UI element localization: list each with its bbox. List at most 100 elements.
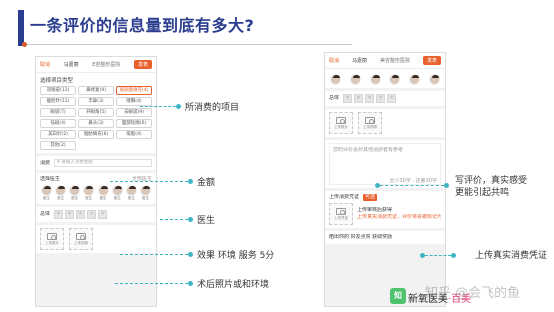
star-icon[interactable] — [376, 94, 386, 103]
doctor-item[interactable] — [428, 74, 441, 85]
avatar — [41, 185, 52, 196]
money-input[interactable]: ¥ 请输入消费金额 — [54, 159, 152, 167]
doctor-item[interactable] — [408, 74, 421, 85]
callout-dot — [188, 217, 193, 222]
project-tag[interactable]: 吸脂(4) — [116, 130, 152, 139]
project-tag[interactable]: 双眼皮(12) — [40, 86, 76, 95]
star-icon[interactable] — [98, 210, 108, 219]
star-icon[interactable] — [65, 210, 75, 219]
project-tag[interactable]: 美白针(2) — [40, 130, 76, 139]
camera-icon — [336, 117, 346, 124]
callout-dot — [444, 183, 449, 188]
callout-project-label: 所消费的项目 — [185, 103, 240, 113]
star-icon[interactable] — [343, 94, 353, 103]
callout-doctor: 医生 — [160, 213, 215, 226]
project-tag[interactable]: 眼袋(7) — [40, 108, 76, 117]
upload-video-button[interactable]: 上传视频 — [358, 112, 382, 134]
doctor-item[interactable]: 医生 — [97, 185, 110, 201]
doctor-item[interactable] — [369, 74, 382, 85]
project-section-title: 选择项目类型 — [40, 78, 74, 84]
callout-line — [140, 106, 176, 107]
money-label: 消费 — [40, 159, 51, 166]
avatar — [97, 185, 109, 196]
review-textarea[interactable]: 您的评价会对其他消费者有参考 至少30字 · 还差30字 — [329, 143, 441, 185]
project-tag[interactable]: 开眼角(5) — [78, 108, 114, 117]
cancel-button[interactable]: 取消 — [40, 61, 50, 68]
callout-dot — [176, 104, 181, 109]
camera-icon — [336, 208, 346, 215]
callout-photos-label: 术后照片或和环境 — [197, 280, 270, 290]
title-divider-dot — [22, 42, 27, 47]
project-tag-selected[interactable]: 玻尿酸填充(4) — [116, 86, 152, 95]
callout-score-label: 效果 环境 服务 5分 — [197, 251, 275, 261]
upload-video-label: 上传视频 — [74, 241, 88, 245]
share-footer: 晒出你的 好友点赞 获取奖励 — [325, 231, 445, 244]
avatar — [428, 74, 440, 85]
upload-photo-label: 上传照片 — [45, 241, 59, 245]
upload-photo-button[interactable]: 上传照片 — [329, 112, 353, 134]
star-icon[interactable] — [87, 210, 97, 219]
callout-doctor-label: 医生 — [197, 216, 216, 226]
star-icon[interactable] — [76, 210, 86, 219]
doctor-item[interactable] — [329, 74, 342, 85]
doctor-item[interactable]: 医生 — [68, 185, 81, 201]
project-tag[interactable]: 瘦脸针(11) — [40, 97, 76, 106]
project-tag[interactable]: 面部轮廓(6) — [116, 119, 152, 128]
upload-receipt-label: 上传凭证 — [334, 216, 348, 220]
doctor-item[interactable]: 医生 — [54, 185, 67, 201]
upload-receipt-button[interactable]: 上传凭证 — [329, 203, 353, 225]
project-tag-grid: 双眼皮(12) 鼻修复(9) 玻尿酸填充(4) 瘦脸针(11) 丰鼻(3) 隆胸… — [40, 86, 152, 150]
callout-line — [425, 255, 451, 256]
watermark: 知乎 @会飞的鱼 — [425, 286, 521, 301]
star-rating[interactable] — [54, 210, 108, 219]
project-tag[interactable]: 鼻头(3) — [78, 119, 114, 128]
upload-photo-label: 上传照片 — [334, 125, 348, 129]
hospital-name: 美容整形医院 — [379, 58, 410, 64]
project-tag[interactable]: 其他(2) — [40, 141, 76, 150]
avatar — [349, 74, 361, 85]
upload-video-label: 上传视频 — [363, 125, 377, 129]
doctor-item[interactable] — [349, 74, 362, 85]
callout-dot — [188, 179, 193, 184]
doctor-item[interactable]: 医生 — [40, 185, 53, 201]
project-tag[interactable]: 祛斑(4) — [40, 119, 76, 128]
camera-icon — [47, 233, 57, 240]
star-rating[interactable] — [343, 94, 397, 103]
star-icon[interactable] — [365, 94, 375, 103]
callout-project: 所消费的项目 — [140, 100, 239, 113]
camera-icon — [365, 117, 375, 124]
publish-button[interactable]: 发表 — [422, 56, 441, 65]
callout-line — [120, 254, 188, 255]
upload-photo-button[interactable]: 上传照片 — [40, 228, 64, 250]
project-tag[interactable]: 脂肪填充(6) — [78, 130, 114, 139]
app-logo-icon: 知 — [390, 288, 406, 304]
project-tag[interactable]: 丰鼻(3) — [78, 97, 114, 106]
slide-title: 一条评价的信息量到底有多大? — [30, 16, 255, 35]
doctor-name: 医生 — [141, 196, 149, 200]
callout-receipt — [420, 253, 456, 258]
star-icon[interactable] — [354, 94, 364, 103]
doctor-name: 医生 — [71, 196, 79, 200]
review-placeholder: 您的评价会对其他消费者有参考 — [333, 147, 404, 153]
callout-line — [110, 181, 188, 182]
user-name: 马嘉丽 — [351, 58, 367, 64]
avatar — [69, 185, 81, 196]
share-footer-text[interactable]: 晒出你的 好友点赞 获取奖励 — [329, 234, 441, 241]
receipt-note: 上传真实消费凭证，评价将会被标记为真实 — [357, 214, 441, 220]
receipt-section: 上传消费凭证 可选 上传凭证 上传审核后获得 上传真实消费凭证，评价将会被标记为… — [325, 191, 445, 228]
upload-video-button[interactable]: 上传视频 — [69, 228, 93, 250]
cancel-button[interactable]: 取消 — [329, 57, 339, 64]
project-tag[interactable]: 鼻修复(9) — [78, 86, 114, 95]
callout-dot — [188, 252, 193, 257]
avatar — [409, 74, 421, 85]
star-icon[interactable] — [54, 210, 64, 219]
avatar — [369, 74, 381, 85]
doctor-item[interactable] — [388, 74, 401, 85]
callout-score: 效果 环境 服务 5分 — [120, 248, 274, 261]
callout-review-line2: 更能引起共鸣 — [455, 188, 510, 198]
star-icon[interactable] — [387, 94, 397, 103]
score-section: 总体 — [36, 207, 156, 222]
publish-button[interactable]: 发表 — [133, 60, 152, 69]
avatar — [330, 74, 341, 85]
doctor-item[interactable]: 医生 — [82, 185, 95, 201]
